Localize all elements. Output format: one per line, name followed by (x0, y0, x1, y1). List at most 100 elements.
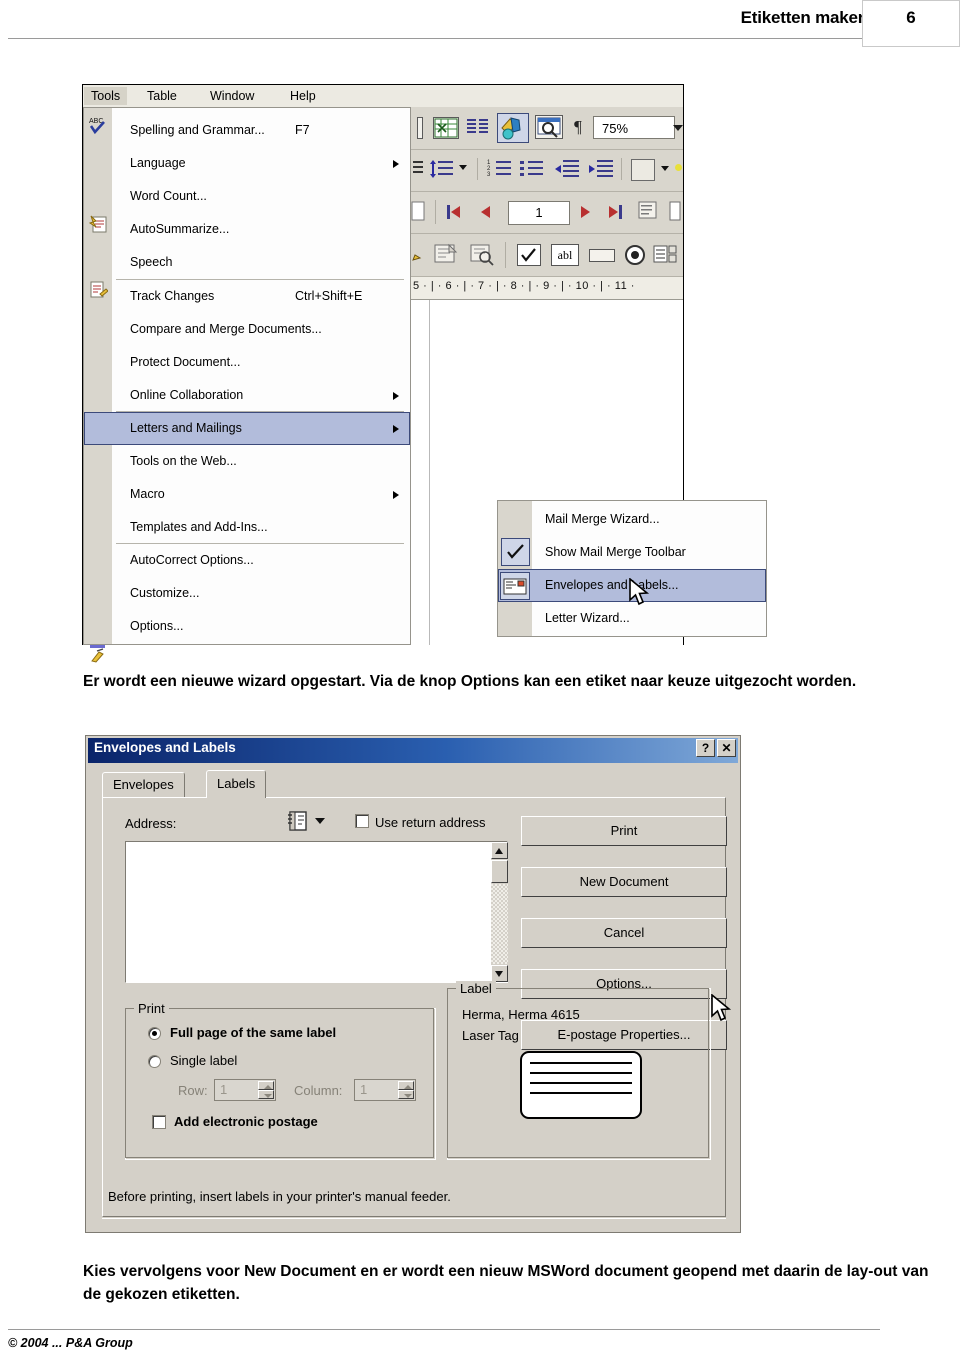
menu-item-speech[interactable]: Speech (85, 246, 410, 279)
close-button[interactable]: ✕ (717, 739, 736, 757)
paragraph-top: Er wordt een nieuwe wizard opgestart. Vi… (83, 673, 857, 690)
find-entry-icon[interactable] (637, 200, 663, 224)
decrease-indent-icon[interactable] (553, 158, 581, 182)
bulleted-list-icon[interactable] (519, 158, 545, 182)
autocorrect-icon (88, 643, 108, 663)
row-stepper[interactable]: 1 (214, 1079, 276, 1101)
menu-item-tools-on-the-web[interactable]: Tools on the Web... (85, 445, 410, 478)
scroll-up-arrow-icon (495, 848, 503, 854)
borders-dropdown-arrow-icon[interactable] (661, 166, 669, 171)
menu-bar: Tools Table Window Help (83, 85, 683, 108)
page-number: 6 (906, 8, 916, 27)
scrollbar-thumb[interactable] (491, 860, 508, 883)
menubar-item-window[interactable]: Window (203, 87, 261, 105)
menu-item-word-count[interactable]: Word Count... (85, 180, 410, 213)
submenu-item-envelopes-and-labels[interactable]: Envelopes and Labels... (498, 569, 766, 602)
previous-record-icon[interactable] (481, 206, 490, 218)
menu-item-language[interactable]: Language (85, 147, 410, 180)
menu-item-online-collaboration[interactable]: Online Collaboration (85, 379, 410, 412)
check-icon (501, 538, 530, 566)
list-box-icon[interactable] (653, 243, 679, 267)
paragraph-bottom: Kies vervolgens voor New Document en er … (83, 1263, 929, 1303)
help-button[interactable]: ? (696, 739, 715, 757)
merge-to-printer-icon[interactable] (411, 200, 427, 224)
horizontal-ruler[interactable]: 5 · | · 6 · | · 7 · | · 8 · | · 9 · | · … (411, 277, 683, 300)
record-number-field[interactable]: 1 (508, 201, 570, 225)
menu-item-label: Macro (130, 487, 165, 501)
pencil-partial-icon[interactable] (411, 242, 425, 268)
zoom-control[interactable]: 75% (593, 116, 675, 139)
row-stepper-up[interactable] (258, 1081, 274, 1090)
menu-item-label: AutoSummarize... (130, 222, 230, 236)
scroll-down-button[interactable] (491, 965, 508, 982)
toolbar-row-mailmerge-nav: 1 (411, 192, 683, 234)
drawing-toolbar-icon[interactable] (497, 113, 529, 143)
menu-item-spelling-and-grammar[interactable]: Spelling and Grammar... F7 (85, 114, 410, 147)
check-box-form-field-icon[interactable] (517, 244, 541, 266)
tab-envelopes[interactable]: Envelopes (102, 772, 185, 798)
show-formatting-marks-icon[interactable]: ¶ (569, 116, 587, 138)
tab-labels[interactable]: Labels (206, 770, 267, 798)
increase-indent-icon[interactable] (587, 158, 615, 182)
submenu-item-mail-merge-wizard[interactable]: Mail Merge Wizard... (499, 503, 766, 536)
submenu-item-label: Mail Merge Wizard... (545, 512, 660, 526)
next-record-icon[interactable] (581, 206, 590, 218)
option-button-icon[interactable] (625, 245, 645, 265)
scroll-up-button[interactable] (491, 842, 508, 859)
drop-down-form-field-icon[interactable] (589, 249, 615, 262)
view-merged-data-icon[interactable] (469, 242, 497, 268)
menu-item-track-changes[interactable]: Track Changes Ctrl+Shift+E (85, 280, 410, 313)
print-button[interactable]: Print (521, 816, 727, 846)
column-stepper-up[interactable] (398, 1081, 414, 1090)
menu-item-autosummarize[interactable]: AutoSummarize... (85, 213, 410, 246)
menubar-item-help[interactable]: Help (283, 87, 323, 105)
column-stepper[interactable]: 1 (354, 1079, 416, 1101)
menu-item-autocorrect-options[interactable]: AutoCorrect Options... (85, 544, 410, 577)
use-return-address-checkbox[interactable] (355, 814, 369, 828)
submenu-item-show-mail-merge-toolbar[interactable]: Show Mail Merge Toolbar (499, 536, 766, 569)
insert-word-field-icon[interactable] (433, 242, 461, 268)
columns-icon[interactable] (465, 117, 491, 139)
menubar-item-tools[interactable]: Tools (84, 87, 128, 105)
address-book-dropdown-arrow-icon[interactable] (315, 818, 325, 824)
new-document-button[interactable]: New Document (521, 867, 727, 897)
insert-table-excel-icon[interactable] (433, 117, 459, 139)
menu-item-templates-and-add-ins[interactable]: Templates and Add-Ins... (85, 511, 410, 544)
menubar-item-table[interactable]: Table (140, 87, 184, 105)
row-stepper-down[interactable] (258, 1090, 274, 1099)
add-electronic-postage-label: Add electronic postage (174, 1114, 318, 1129)
radio-single-label[interactable] (148, 1055, 161, 1068)
address-input[interactable] (125, 841, 508, 983)
menu-item-customize[interactable]: Customize... (85, 577, 410, 610)
add-electronic-postage-checkbox[interactable] (152, 1115, 166, 1129)
menu-item-label: Protect Document... (130, 355, 241, 369)
numbered-list-icon[interactable]: 123 (487, 158, 513, 182)
submenu-item-letter-wizard[interactable]: Letter Wizard... (499, 602, 766, 635)
borders-icon[interactable] (631, 159, 655, 181)
menu-item-options[interactable]: Options... (85, 610, 410, 643)
scrollbar-track[interactable] (491, 884, 508, 964)
merge-partial-icon[interactable] (669, 200, 683, 224)
menu-item-compare-and-merge-documents[interactable]: Compare and Merge Documents... (85, 313, 410, 346)
dialog-tabstrip: Envelopes Labels (102, 770, 726, 798)
label-preview (520, 1051, 642, 1119)
menu-item-label: Tools on the Web... (130, 454, 237, 468)
address-scrollbar[interactable] (491, 842, 508, 982)
line-spacing-dropdown-arrow-icon[interactable] (459, 165, 467, 170)
print-preview-icon[interactable] (535, 115, 563, 139)
radio-full-page[interactable] (148, 1027, 161, 1040)
label-product-type: Laser Tag (462, 1028, 519, 1043)
text-form-field-icon[interactable]: abl (551, 244, 579, 266)
ruler-tick-labels: 5 · | · 6 · | · 7 · | · 8 · | · 9 · | · … (413, 280, 635, 292)
address-book-icon[interactable] (287, 810, 309, 837)
partial-button-icon[interactable] (417, 117, 423, 139)
menu-item-letters-and-mailings[interactable]: Letters and Mailings (84, 412, 410, 445)
line-spacing-icon[interactable] (429, 158, 457, 182)
partial-align-icon[interactable] (413, 158, 423, 180)
column-stepper-down[interactable] (398, 1090, 414, 1099)
highlight-color-icon[interactable] (675, 164, 682, 171)
cancel-button[interactable]: Cancel (521, 918, 727, 948)
menu-item-protect-document[interactable]: Protect Document... (85, 346, 410, 379)
zoom-dropdown-arrow-icon[interactable] (673, 125, 683, 131)
menu-item-macro[interactable]: Macro (85, 478, 410, 511)
